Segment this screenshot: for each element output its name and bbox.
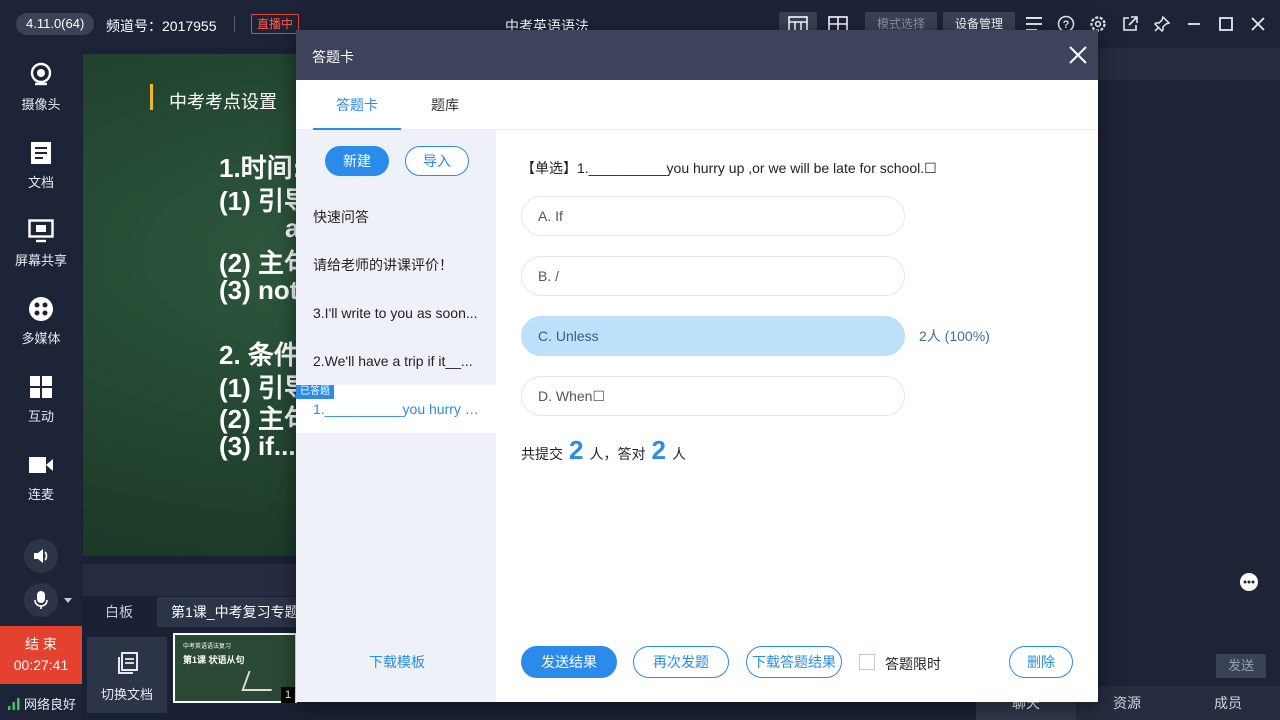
slide-line: 1.时间: <box>219 153 302 183</box>
signal-icon <box>8 697 20 710</box>
time-limit-label: 答题限时 <box>885 656 941 672</box>
slide-line: (3) if... <box>219 431 296 461</box>
tab-answer-card[interactable]: 答题卡 <box>313 80 401 130</box>
submitted-count: 2 <box>569 435 584 465</box>
heading-accent-bar <box>150 84 153 110</box>
tab-question-bank[interactable]: 题库 <box>417 80 473 130</box>
external-open-icon[interactable] <box>1120 14 1140 34</box>
left-sidebar: 摄像头 文档 屏幕共享 多媒体 互动 连麦 结 束 00:27:41 网络良好 <box>0 48 82 720</box>
slide-thumbnail[interactable]: 中考英语语法复习 第1课 状语从句 <box>173 633 297 703</box>
send-result-button[interactable]: 发送结果 <box>521 646 617 678</box>
option-c-stat: 2人 (100%) <box>919 328 990 344</box>
tab-members[interactable]: 成员 <box>1178 686 1278 720</box>
class-timer: 00:27:41 <box>13 657 69 673</box>
video-call-icon <box>28 452 54 478</box>
sidebar-item-label: 多媒体 <box>21 331 61 346</box>
more-options-icon[interactable] <box>1240 573 1258 591</box>
dialog-tabs: 答题卡 题库 <box>296 80 1098 130</box>
sidebar-item-screen-share[interactable]: 屏幕共享 <box>0 208 82 280</box>
sidebar-item-label: 文档 <box>27 175 54 190</box>
microphone-icon <box>34 591 48 609</box>
sidebar-item-label: 互动 <box>27 409 54 424</box>
import-button[interactable]: 导入 <box>405 146 469 176</box>
end-label: 结 束 <box>25 636 57 652</box>
version-badge: 4.11.0(64) <box>16 13 95 35</box>
time-limit-checkbox[interactable] <box>859 654 875 670</box>
camera-icon <box>28 62 54 88</box>
list-item[interactable]: 快速问答 <box>296 193 496 241</box>
dialog-title: 答题卡 <box>312 49 354 65</box>
right-panel-header <box>1097 48 1280 80</box>
option-b: B. / <box>521 256 905 296</box>
correct-count: 2 <box>651 435 666 465</box>
summary-suffix: 人 <box>671 446 686 462</box>
live-status-badge: 直播中 <box>251 14 300 34</box>
list-item-selected[interactable]: 已答题 1.__________you hurry u... <box>296 385 496 433</box>
list-item[interactable]: 2.We'll have a trip if it__... <box>296 337 496 385</box>
multimedia-icon <box>28 296 54 322</box>
tab-lesson-document[interactable]: 第1课_中考复习专题 <box>157 597 307 627</box>
new-question-button[interactable]: 新建 <box>325 146 389 176</box>
answer-summary: 共提交 2 人，答对 2 人 <box>521 435 686 466</box>
answered-badge: 已答题 <box>296 385 334 399</box>
download-result-button[interactable]: 下载答题结果 <box>746 646 842 678</box>
close-window-icon[interactable] <box>1248 14 1268 34</box>
book-illustration <box>241 671 279 691</box>
microphone-button[interactable] <box>24 583 58 617</box>
option-c-correct: C. Unless <box>521 316 905 356</box>
chat-send-button[interactable]: 发送 <box>1216 654 1266 678</box>
answer-card-dialog: 答题卡 答题卡 题库 新建 导入 快速问答 请给老师的讲课评价！ 3.I'll … <box>296 30 1098 702</box>
tab-whiteboard[interactable]: 白板 <box>91 597 147 627</box>
list-item[interactable]: 请给老师的讲课评价！ <box>296 241 496 289</box>
summary-prefix: 共提交 <box>521 446 563 462</box>
channel-number: 频道号：2017955 <box>106 18 217 34</box>
question-detail: 【单选】1.__________you hurry up ,or we will… <box>496 130 1098 702</box>
sidebar-item-interaction[interactable]: 互动 <box>0 364 82 436</box>
thumbnail-title: 第1课 状语从句 <box>183 655 245 665</box>
sidebar-item-multimedia[interactable]: 多媒体 <box>0 286 82 358</box>
switch-document-label: 切换文档 <box>100 687 153 702</box>
maximize-icon[interactable] <box>1216 14 1236 34</box>
switch-document-icon <box>118 652 138 674</box>
resend-question-button[interactable]: 再次发题 <box>633 646 729 678</box>
sidebar-item-label: 屏幕共享 <box>14 253 67 268</box>
network-status: 网络良好 <box>8 694 76 713</box>
question-text: 【单选】1.__________you hurry up ,or we will… <box>521 160 937 176</box>
dialog-header: 答题卡 <box>296 30 1098 80</box>
option-a: A. If <box>521 196 905 236</box>
slide-line: (3) not <box>219 275 299 305</box>
slide-line: 2. 条件 <box>219 340 300 370</box>
question-list-panel: 新建 导入 快速问答 请给老师的讲课评价！ 3.I'll write to yo… <box>296 130 496 702</box>
thumbnail-caption: 中考英语语法复习 <box>183 644 232 650</box>
summary-mid: 人，答对 <box>589 446 646 462</box>
minimize-icon[interactable] <box>1184 14 1204 34</box>
divider <box>234 16 235 32</box>
speaker-button[interactable] <box>24 539 58 573</box>
end-class-button[interactable]: 结 束 00:27:41 <box>0 626 82 684</box>
delete-button[interactable]: 删除 <box>1009 646 1073 678</box>
speaker-icon <box>34 549 48 563</box>
sidebar-item-label: 摄像头 <box>21 97 61 112</box>
sidebar-item-label: 连麦 <box>27 487 54 502</box>
sidebar-item-video-call[interactable]: 连麦 <box>0 442 82 514</box>
list-item-label: 1.__________you hurry u... <box>313 401 485 417</box>
thumbnail-page-number: 1 <box>281 687 295 703</box>
close-icon[interactable] <box>1068 45 1088 65</box>
mic-dropdown-chevron-icon[interactable] <box>64 598 72 603</box>
download-template-link[interactable]: 下载模板 <box>369 652 425 672</box>
right-panel <box>1097 48 1280 720</box>
sidebar-item-camera[interactable]: 摄像头 <box>0 52 82 124</box>
interaction-icon <box>28 374 54 400</box>
list-item[interactable]: 3.I'll write to you as soon... <box>296 289 496 337</box>
switch-document-button[interactable]: 切换文档 <box>87 637 167 713</box>
sidebar-item-document[interactable]: 文档 <box>0 130 82 202</box>
pin-icon[interactable] <box>1152 14 1172 34</box>
option-d: D. When☐ <box>521 376 905 416</box>
slide-heading: 中考考点设置 <box>169 92 277 112</box>
network-label: 网络良好 <box>24 697 77 712</box>
document-icon <box>28 140 54 166</box>
screen-share-icon <box>28 218 54 244</box>
